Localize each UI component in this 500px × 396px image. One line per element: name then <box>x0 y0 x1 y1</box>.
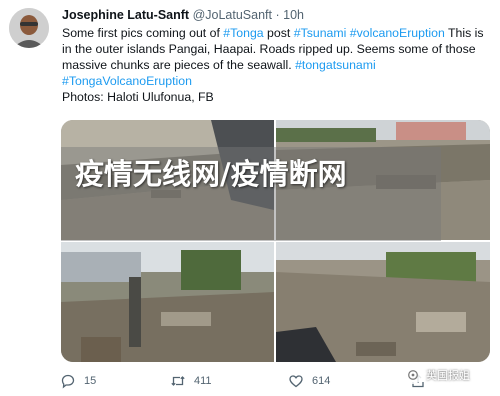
retweet-icon <box>171 376 185 386</box>
timestamp[interactable]: 10h <box>283 8 304 22</box>
watermark-label: 英国报姐 <box>426 370 470 382</box>
hashtag-link[interactable]: #Tsunami <box>294 26 347 40</box>
watermark-logo-icon <box>404 366 422 384</box>
photo-3[interactable] <box>61 242 274 362</box>
reply-button[interactable]: 15 <box>60 372 96 390</box>
tweet-text: Some first pics coming out of #Tonga pos… <box>62 25 494 105</box>
avatar[interactable] <box>9 8 49 48</box>
source-watermark: 英国报姐 <box>404 364 470 386</box>
banner-text: 疫情无线网/疫情断网 <box>75 157 347 191</box>
photo-credit: Photos: Haloti Ulufonua, FB <box>62 90 214 104</box>
reply-icon <box>61 374 75 389</box>
hashtag-link[interactable]: #TongaVolcanoEruption <box>62 74 192 88</box>
text-segment: post <box>263 26 294 40</box>
retweet-count: 411 <box>194 375 212 387</box>
avatar-image <box>9 8 49 48</box>
text-segment: Some first pics coming out of <box>62 26 224 40</box>
reply-count: 15 <box>84 375 97 387</box>
hashtag-link[interactable]: #volcanoEruption <box>350 26 445 40</box>
author-handle[interactable]: @JoLatuSanft <box>193 8 272 22</box>
tweet-header: Josephine Latu-Sanft @JoLatuSanft · 10h <box>62 8 304 22</box>
retweet-button[interactable]: 411 <box>170 372 212 390</box>
like-count: 614 <box>312 375 331 387</box>
author-name[interactable]: Josephine Latu-Sanft <box>62 8 189 22</box>
hashtag-link[interactable]: #Tonga <box>223 26 263 40</box>
separator: · <box>275 8 280 22</box>
photo-4[interactable] <box>276 242 490 362</box>
like-button[interactable]: 614 <box>288 372 330 390</box>
watermark-banner: 疫情无线网/疫情断网 <box>61 147 441 241</box>
hashtag-link[interactable]: #tongatsunami <box>295 58 376 72</box>
like-icon <box>289 375 303 388</box>
